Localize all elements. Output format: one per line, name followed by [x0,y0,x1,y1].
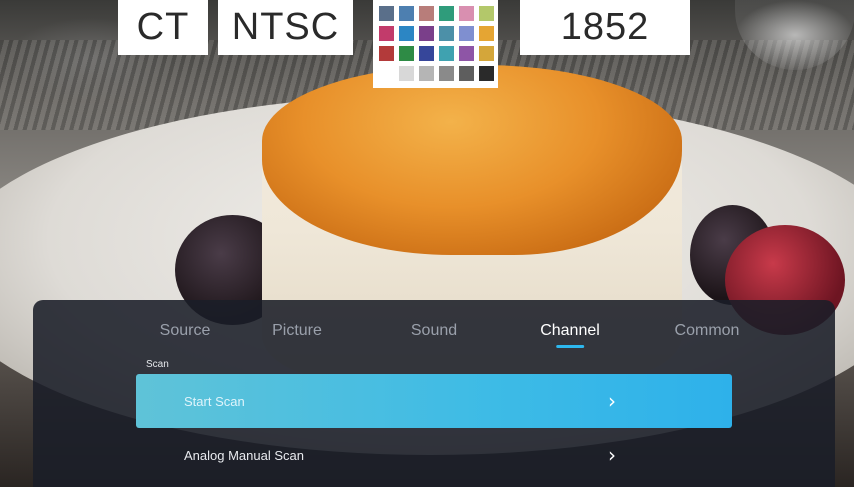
color-swatch [399,6,414,21]
section-label-scan: Scan [146,359,169,370]
color-swatch [479,66,494,81]
color-swatch [439,66,454,81]
color-swatch [479,26,494,41]
tab-source[interactable]: Source [160,322,211,340]
overlay-tag-ct: CT [118,0,208,55]
menu-item-label: Analog Manual Scan [184,447,304,463]
tab-picture[interactable]: Picture [272,322,322,340]
chevron-right-icon: › [608,443,616,467]
color-swatch [399,26,414,41]
caramel-topping [262,65,682,255]
color-swatch-grid [373,0,498,88]
color-swatch [419,26,434,41]
menu-item-analog-manual-scan[interactable]: Analog Manual Scan › [136,428,732,482]
color-swatch [399,46,414,61]
color-swatch [479,6,494,21]
overlay-tag-number: 1852 [520,0,690,55]
color-swatch [439,46,454,61]
color-swatch [479,46,494,61]
tab-sound[interactable]: Sound [411,322,457,340]
overlay-tag-ntsc: NTSC [218,0,353,55]
color-swatch [459,66,474,81]
color-swatch [459,46,474,61]
menu-tabs: Source Picture Sound Channel Common [33,322,835,350]
chevron-right-icon: › [608,389,616,413]
color-swatch [439,6,454,21]
color-swatch [379,46,394,61]
menu-item-label: Start Scan [184,393,245,409]
color-swatch [439,26,454,41]
color-swatch [419,46,434,61]
color-swatch [379,6,394,21]
settings-panel: Source Picture Sound Channel Common Scan… [33,300,835,487]
menu-item-start-scan[interactable]: Start Scan › [136,374,732,428]
color-swatch [419,66,434,81]
color-swatch [379,26,394,41]
tab-channel[interactable]: Channel [540,322,600,340]
color-swatch [459,6,474,21]
color-swatch [459,26,474,41]
tab-common[interactable]: Common [675,322,740,340]
color-swatch [379,66,394,81]
color-swatch [399,66,414,81]
color-swatch [419,6,434,21]
